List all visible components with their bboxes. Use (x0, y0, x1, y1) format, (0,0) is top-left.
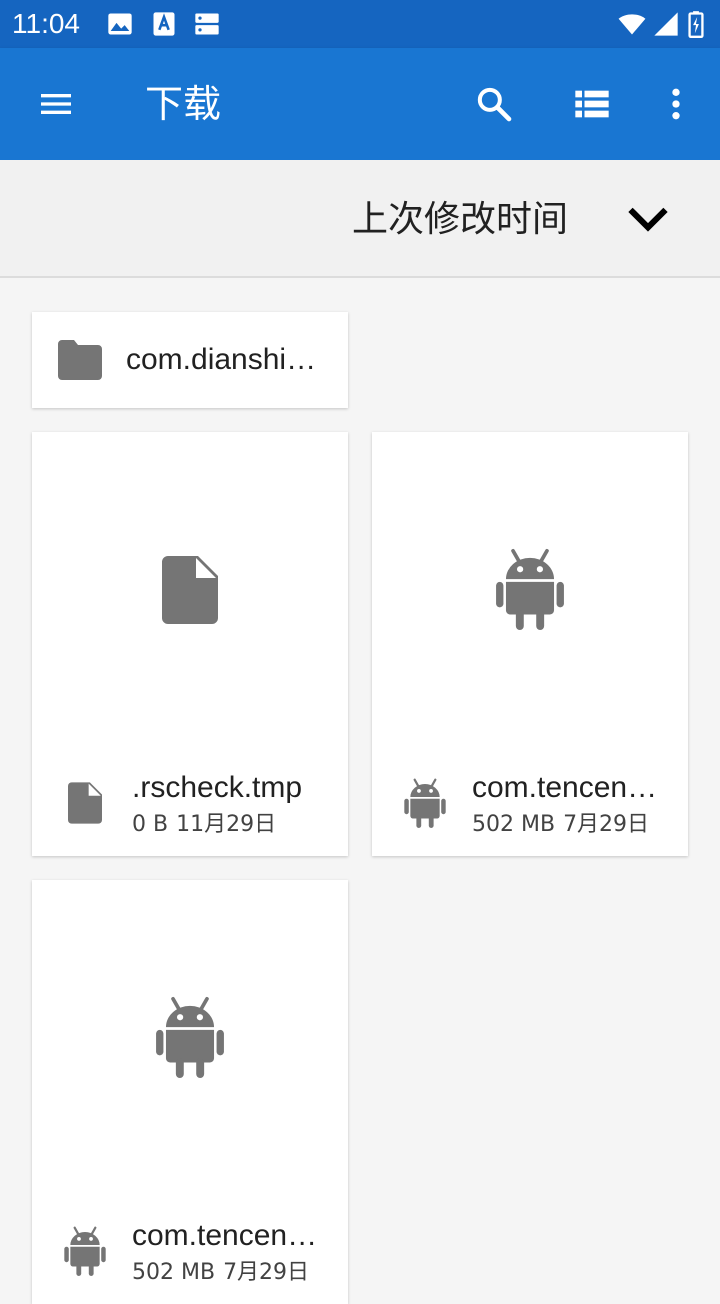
file-meta: 502 MB 7月29日 (132, 1260, 342, 1286)
document-icon (162, 556, 218, 624)
file-size: 0 B (132, 812, 169, 837)
search-button[interactable] (466, 76, 522, 132)
file-item[interactable]: com.tencen… 502 MB 7月29日 (372, 432, 688, 856)
signal-icon (654, 12, 678, 36)
wifi-icon (618, 14, 646, 35)
android-icon (156, 996, 224, 1078)
battery-icon (688, 11, 704, 38)
menu-icon (41, 94, 71, 114)
file-meta: 502 MB 7月29日 (472, 812, 682, 838)
accessibility-icon (153, 12, 175, 36)
sort-dropdown-button[interactable] (620, 190, 676, 246)
file-name: com.tencen… (472, 771, 658, 804)
status-bar: 11:04 (0, 0, 720, 48)
search-icon (477, 87, 512, 122)
status-time: 11:04 (12, 8, 80, 39)
list-view-icon (575, 90, 609, 118)
more-options-button[interactable] (648, 76, 704, 132)
android-icon (404, 778, 446, 828)
image-icon (108, 13, 132, 35)
more-vert-icon (672, 88, 680, 120)
file-item[interactable]: com.tencen… 502 MB 7月29日 (32, 880, 348, 1304)
chevron-down-icon (628, 207, 668, 232)
file-item[interactable]: .rscheck.tmp 0 B 11月29日 (32, 432, 348, 856)
file-date: 7月29日 (223, 1260, 310, 1285)
folder-item[interactable]: com.dianshi… (32, 312, 348, 408)
file-date: 7月29日 (563, 812, 650, 837)
file-size: 502 MB (472, 812, 556, 837)
page-title: 下载 (145, 82, 222, 126)
sort-bar: 上次修改时间 (0, 160, 720, 278)
file-size: 502 MB (132, 1260, 216, 1285)
folder-name: com.dianshi… (126, 343, 317, 376)
list-view-button[interactable] (564, 76, 620, 132)
file-name: .rscheck.tmp (132, 771, 303, 804)
file-date: 11月29日 (176, 812, 277, 837)
document-icon (68, 782, 102, 824)
android-icon (64, 1226, 106, 1276)
sort-label[interactable]: 上次修改时间 (352, 199, 568, 241)
storage-icon (195, 13, 219, 35)
folder-icon (58, 340, 102, 380)
app-bar: 下载 (0, 48, 720, 160)
file-name: com.tencen… (132, 1219, 318, 1252)
menu-button[interactable] (28, 76, 84, 132)
file-meta: 0 B 11月29日 (132, 812, 342, 838)
android-icon (496, 548, 564, 630)
